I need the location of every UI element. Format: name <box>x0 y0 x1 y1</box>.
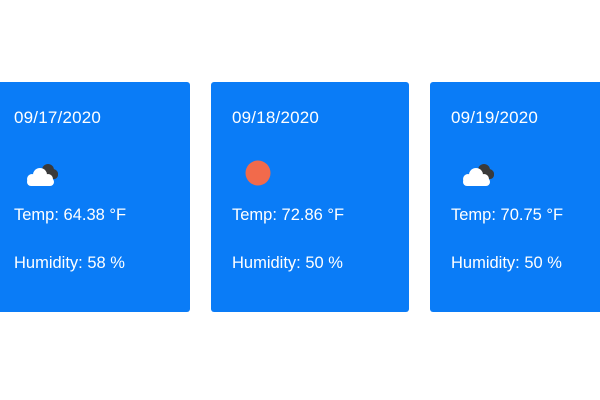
forecast-date: 09/18/2020 <box>232 108 320 127</box>
forecast-date: 09/19/2020 <box>451 108 539 127</box>
forecast-humidity: Humidity: 50 % <box>451 254 562 272</box>
forecast-humidity: Humidity: 58 % <box>14 254 125 272</box>
forecast-card: 09/19/2020 Temp: 70.75 °F Humidity: 50 % <box>430 82 600 312</box>
five-day-forecast: 09/17/2020 Temp: 64.38 °F Humidity: 58 %… <box>0 0 600 400</box>
forecast-card: 09/18/2020 Temp: 72.86 °F Humidity: 50 % <box>211 82 409 312</box>
sun-icon <box>245 160 271 186</box>
forecast-temperature: Temp: 64.38 °F <box>14 206 127 224</box>
cloudy-icon <box>463 164 494 186</box>
forecast-temperature: Temp: 70.75 °F <box>451 206 564 224</box>
cloudy-icon <box>27 164 58 186</box>
forecast-humidity: Humidity: 50 % <box>232 254 343 272</box>
forecast-temperature: Temp: 72.86 °F <box>232 206 345 224</box>
forecast-card: 09/17/2020 Temp: 64.38 °F Humidity: 58 % <box>0 82 190 312</box>
forecast-date: 09/17/2020 <box>14 108 102 127</box>
